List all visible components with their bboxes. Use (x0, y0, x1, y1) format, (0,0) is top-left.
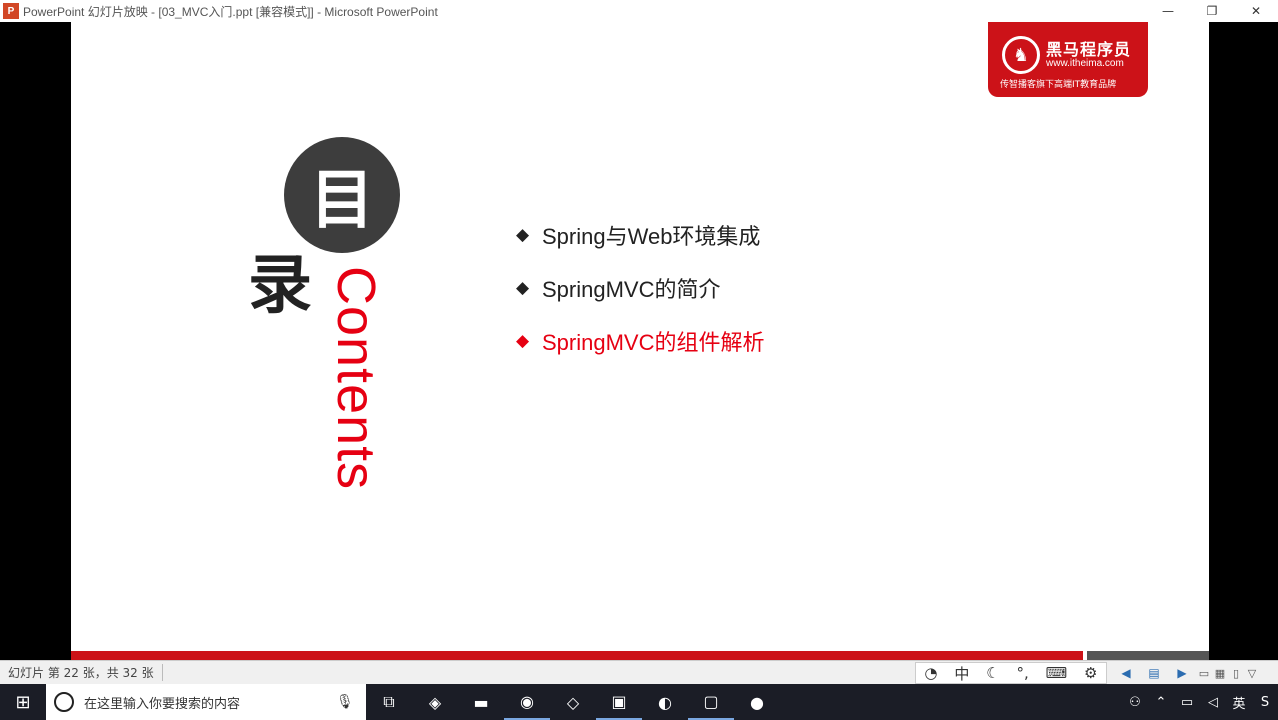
minimize-button[interactable]: — (1146, 0, 1190, 22)
recorder-app-icon[interactable]: ● (734, 684, 780, 720)
ime-language-indicator[interactable]: 英 (1226, 693, 1252, 712)
volume-icon[interactable]: ◁ (1200, 695, 1226, 710)
menu-item-springmvc-intro[interactable]: ◆ SpringMVC的简介 (516, 261, 764, 314)
toc-menu: ◆ Spring与Web环境集成 ◆ SpringMVC的简介 ◆ Spring… (516, 208, 764, 367)
minimize-icon: — (1162, 4, 1174, 18)
cortana-icon[interactable] (54, 692, 74, 712)
slide-counter: 幻灯片 第 22 张，共 32 张 (8, 664, 163, 681)
chrome-icon[interactable]: ◉ (504, 684, 550, 720)
ime-toolbar[interactable]: ◔ 中 ☾ °, ⌨ ⚙ (915, 662, 1107, 684)
punctuation-icon[interactable]: °, (1016, 664, 1028, 682)
slide[interactable]: ♞ 黑马程序员 www.itheima.com 传智播客旗下高端IT教育品牌 目… (71, 22, 1209, 660)
title-bar: P PowerPoint 幻灯片放映 - [03_MVC入门.ppt [兼容模式… (0, 0, 1278, 22)
sogou-ime-icon[interactable]: S (1252, 695, 1278, 710)
restore-button[interactable]: ❐ (1190, 0, 1234, 22)
diamond-bullet-icon: ◆ (516, 330, 530, 350)
slide-footer-bar (71, 651, 1083, 660)
status-bar: 幻灯片 第 22 张，共 32 张 ◔ 中 ☾ °, ⌨ ⚙ ◀ ▤ ▶ ▭ ▦… (0, 660, 1278, 684)
tray-chevron-icon[interactable]: ⌃ (1148, 695, 1174, 710)
normal-view-icon[interactable]: ▭ (1196, 667, 1212, 680)
toc-char-lu: 录 (248, 249, 312, 323)
slide-sorter-icon[interactable]: ▦ (1212, 667, 1228, 680)
menu-item-label: Spring与Web环境集成 (542, 223, 761, 249)
brand-name: 黑马程序员 (1046, 40, 1132, 59)
horse-logo-icon: ♞ (1002, 36, 1040, 74)
toc-char-mu: 目 (310, 164, 374, 238)
slideshow-area: ♞ 黑马程序员 www.itheima.com 传智播客旗下高端IT教育品牌 目… (0, 22, 1278, 660)
close-icon: ✕ (1250, 4, 1262, 18)
dolphin-app-icon[interactable]: ◇ (550, 684, 596, 720)
menu-item-spring-web[interactable]: ◆ Spring与Web环境集成 (516, 208, 764, 261)
system-tray: ⚇ ⌃ ▭ ◁ 英 S (1122, 684, 1278, 720)
diamond-bullet-icon: ◆ (516, 224, 530, 244)
task-view-icon[interactable]: ⧉ (366, 684, 412, 720)
diamond-bullet-icon: ◆ (516, 277, 530, 297)
close-button[interactable]: ✕ (1234, 0, 1278, 22)
brand-url: www.itheima.com (1046, 58, 1124, 69)
brand-logo: ♞ 黑马程序员 www.itheima.com 传智播客旗下高端IT教育品牌 (988, 22, 1148, 97)
toc-contents-label: Contents (326, 266, 386, 491)
gear-icon[interactable]: ⚙ (1084, 664, 1097, 682)
windows-start-icon[interactable]: ⊞ (0, 684, 46, 720)
next-slide-icon[interactable]: ▶ (1168, 666, 1196, 680)
powerpoint-taskbar-icon[interactable]: ▢ (688, 684, 734, 720)
network-app-icon[interactable]: ◈ (412, 684, 458, 720)
ime-logo-icon[interactable]: ◔ (924, 664, 937, 682)
moon-icon[interactable]: ☾ (986, 664, 999, 682)
toc-circle: 目 (284, 137, 400, 253)
window-title: PowerPoint 幻灯片放映 - [03_MVC入门.ppt [兼容模式]]… (23, 4, 438, 19)
keyboard-icon[interactable]: ⌨ (1046, 664, 1068, 682)
slide-menu-icon[interactable]: ▤ (1140, 666, 1168, 680)
menu-item-springmvc-components[interactable]: ◆ SpringMVC的组件解析 (516, 314, 764, 367)
menu-item-label: SpringMVC的简介 (542, 276, 721, 302)
slideshow-view-icon[interactable]: ▽ (1244, 667, 1260, 680)
taskbar-search[interactable]: 在这里输入你要搜索的内容 🎙 (46, 684, 366, 720)
people-icon[interactable]: ⚇ (1122, 695, 1148, 710)
slide-footer-bar-dark (1087, 651, 1209, 660)
brand-slogan: 传智播客旗下高端IT教育品牌 (1000, 80, 1117, 90)
restore-icon: ❐ (1206, 4, 1218, 18)
file-explorer-icon[interactable]: ▬ (458, 684, 504, 720)
taskbar: ⊞ 在这里输入你要搜索的内容 🎙 ⧉ ◈ ▬ ◉ ◇ ▣ ◐ ▢ ● ⚇ ⌃ ▭… (0, 684, 1278, 720)
search-input[interactable]: 在这里输入你要搜索的内容 (84, 693, 336, 712)
status-controls: ◀ ▤ ▶ ▭ ▦ ▯ ▽ (1112, 661, 1260, 685)
reading-view-icon[interactable]: ▯ (1228, 667, 1244, 680)
menu-item-label: SpringMVC的组件解析 (542, 329, 765, 355)
intellij-idea-icon[interactable]: ▣ (596, 684, 642, 720)
powerpoint-icon[interactable]: P (3, 3, 19, 19)
microphone-icon[interactable]: 🎙 (336, 694, 356, 710)
ime-mode-chinese[interactable]: 中 (954, 663, 969, 684)
network-icon[interactable]: ▭ (1174, 695, 1200, 710)
paint-app-icon[interactable]: ◐ (642, 684, 688, 720)
prev-slide-icon[interactable]: ◀ (1112, 666, 1140, 680)
